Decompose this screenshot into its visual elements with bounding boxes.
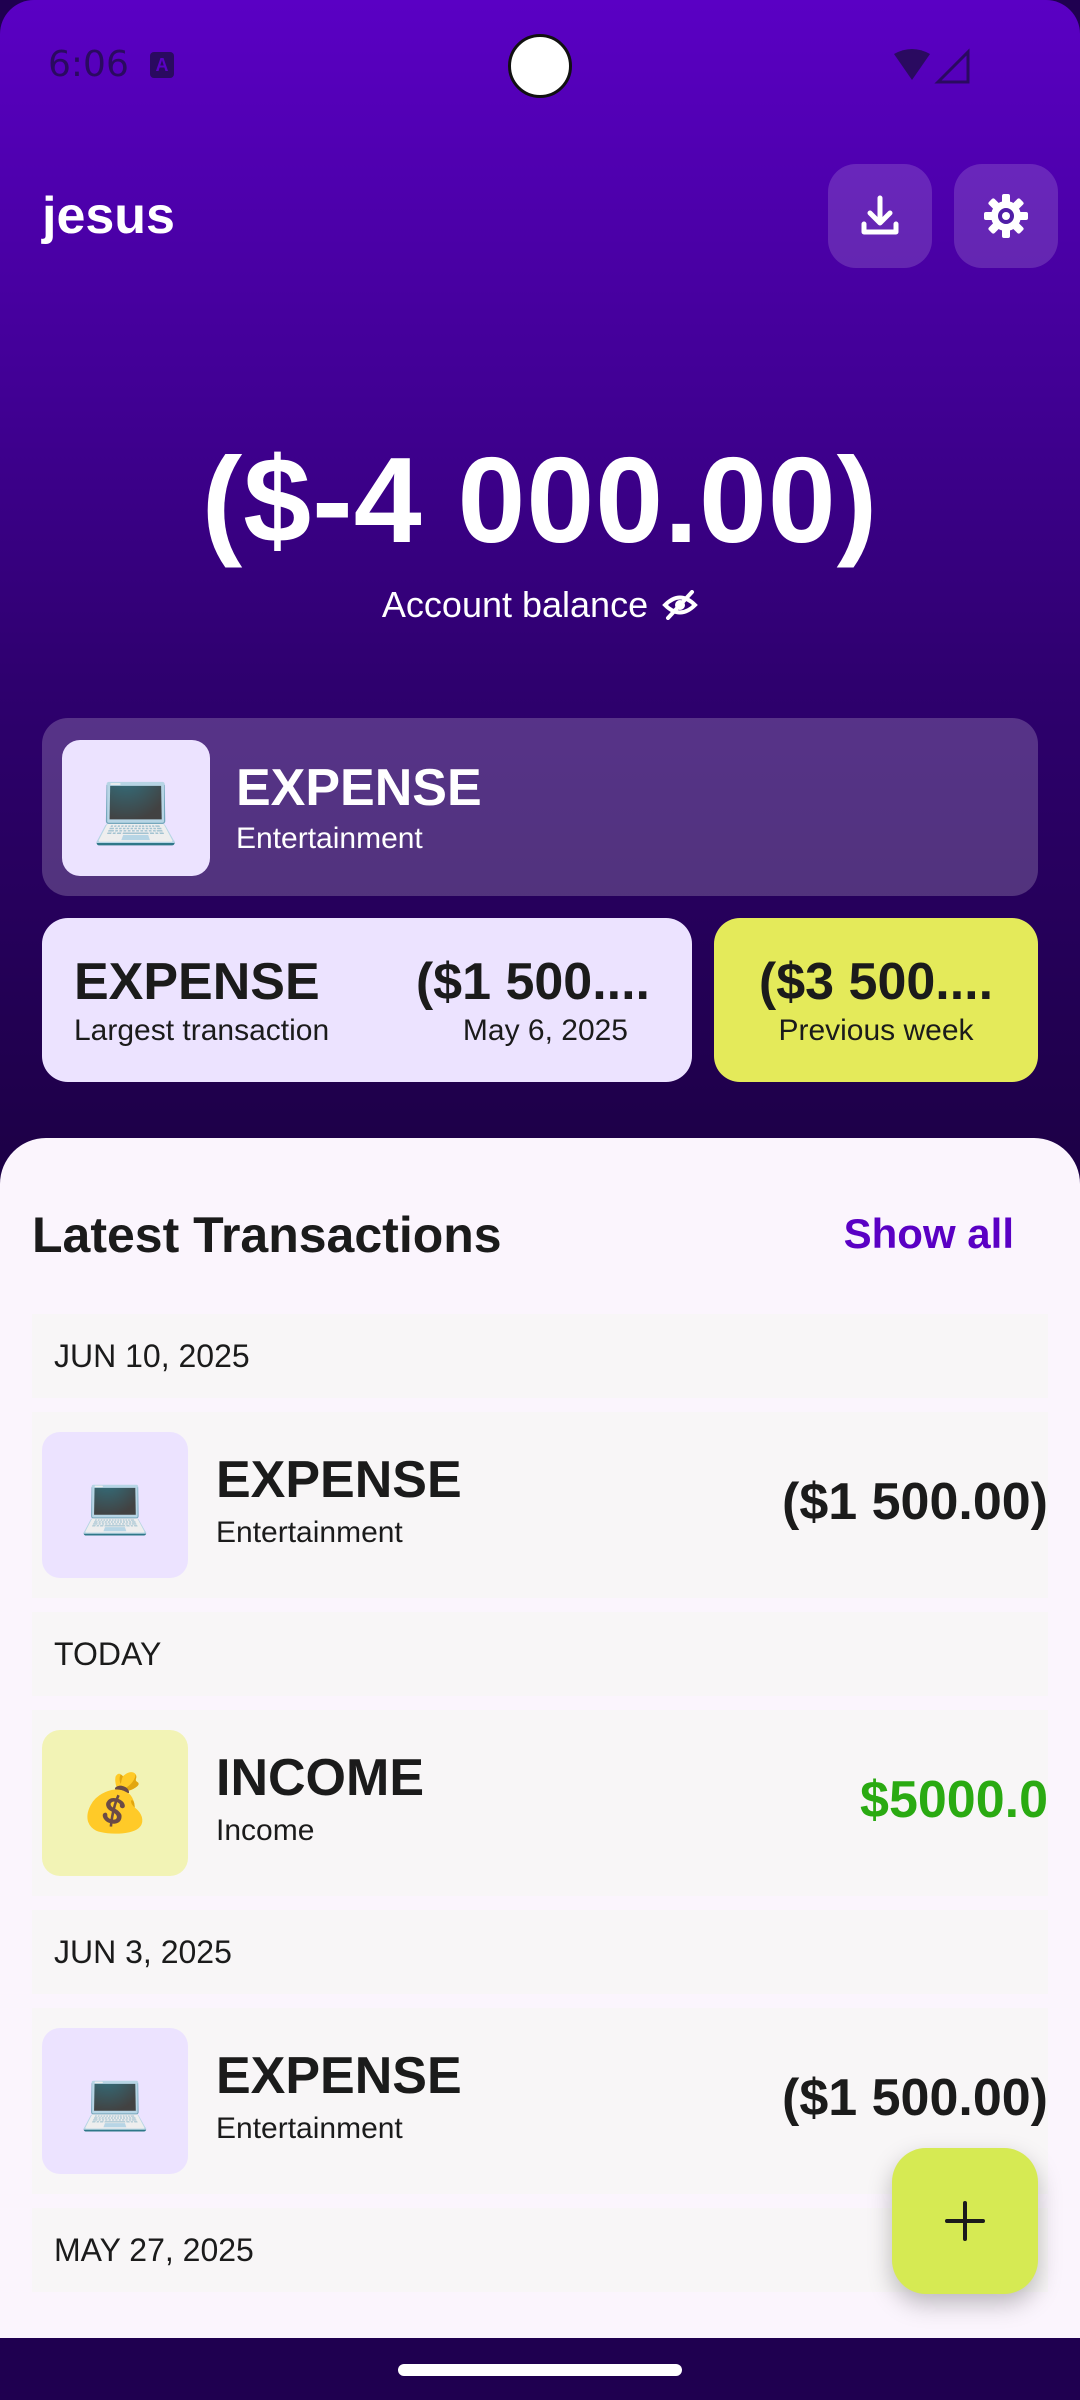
show-all-button[interactable]: Show all bbox=[844, 1210, 1014, 1258]
transaction-category: Entertainment bbox=[216, 2112, 403, 2145]
transaction-amount: $5000.0 bbox=[860, 1771, 1048, 1829]
featured-transaction-card[interactable]: 💻 EXPENSE Entertainment bbox=[42, 718, 1038, 896]
app-title: jesus bbox=[42, 187, 175, 245]
transaction-category: Entertainment bbox=[216, 1516, 403, 1549]
largest-type: EXPENSE bbox=[74, 953, 320, 1011]
download-icon bbox=[861, 195, 899, 235]
previous-week-amount: ($3 500.... bbox=[758, 953, 994, 1011]
plus-icon bbox=[945, 2201, 985, 2241]
transaction-type: EXPENSE bbox=[216, 2047, 462, 2105]
largest-amount: ($1 500.... bbox=[415, 953, 650, 1011]
eye-off-icon[interactable] bbox=[662, 590, 698, 620]
download-button[interactable] bbox=[828, 164, 932, 268]
laptop-icon: 💻 bbox=[42, 2028, 188, 2174]
previous-week-card[interactable]: ($3 500.... Previous week bbox=[714, 918, 1038, 1082]
latest-transactions-title: Latest Transactions bbox=[32, 1207, 502, 1263]
date-header: TODAY bbox=[32, 1612, 1048, 1696]
previous-week-label: Previous week bbox=[778, 1014, 974, 1047]
date-header: JUN 3, 2025 bbox=[32, 1910, 1048, 1994]
featured-type: EXPENSE bbox=[236, 759, 482, 817]
account-balance-amount: ($-4 000.00) bbox=[201, 432, 879, 568]
transactions-list: JUN 10, 2025 💻 EXPENSE Entertainment ($1… bbox=[32, 1314, 1048, 2306]
camera-cutout bbox=[508, 34, 572, 98]
gear-icon bbox=[984, 194, 1028, 238]
laptop-icon: 💻 bbox=[42, 1432, 188, 1578]
transaction-row[interactable]: 💻 EXPENSE Entertainment ($1 500.00) bbox=[32, 1412, 1048, 1598]
date-header: JUN 10, 2025 bbox=[32, 1314, 1048, 1398]
transaction-category: Income bbox=[216, 1814, 315, 1847]
largest-transaction-card[interactable]: EXPENSE Largest transaction ($1 500.... … bbox=[42, 918, 692, 1082]
laptop-icon: 💻 bbox=[62, 740, 210, 876]
transaction-type: EXPENSE bbox=[216, 1451, 462, 1509]
transaction-row[interactable]: 💰 INCOME Income $5000.0 bbox=[32, 1710, 1048, 1896]
account-balance-label: Account balance bbox=[381, 584, 649, 625]
transaction-type: INCOME bbox=[216, 1749, 424, 1807]
notification-a-icon: A bbox=[150, 52, 174, 78]
transaction-amount: ($1 500.00) bbox=[782, 1473, 1048, 1531]
money-bag-icon: 💰 bbox=[42, 1730, 188, 1876]
add-transaction-button[interactable] bbox=[892, 2148, 1038, 2294]
wifi-signal-icon bbox=[894, 48, 970, 84]
status-bar: 6:06 A bbox=[0, 0, 1080, 130]
system-navigation-bar bbox=[0, 2338, 1080, 2400]
largest-date: May 6, 2025 bbox=[462, 1014, 628, 1047]
transaction-amount: ($1 500.00) bbox=[782, 2069, 1048, 2127]
largest-label: Largest transaction bbox=[74, 1014, 330, 1047]
account-balance-label-row: Account balance bbox=[0, 584, 1080, 626]
featured-category: Entertainment bbox=[236, 822, 423, 855]
home-gesture-handle[interactable] bbox=[398, 2364, 682, 2376]
settings-button[interactable] bbox=[954, 164, 1058, 268]
status-time: 6:06 bbox=[48, 44, 129, 85]
